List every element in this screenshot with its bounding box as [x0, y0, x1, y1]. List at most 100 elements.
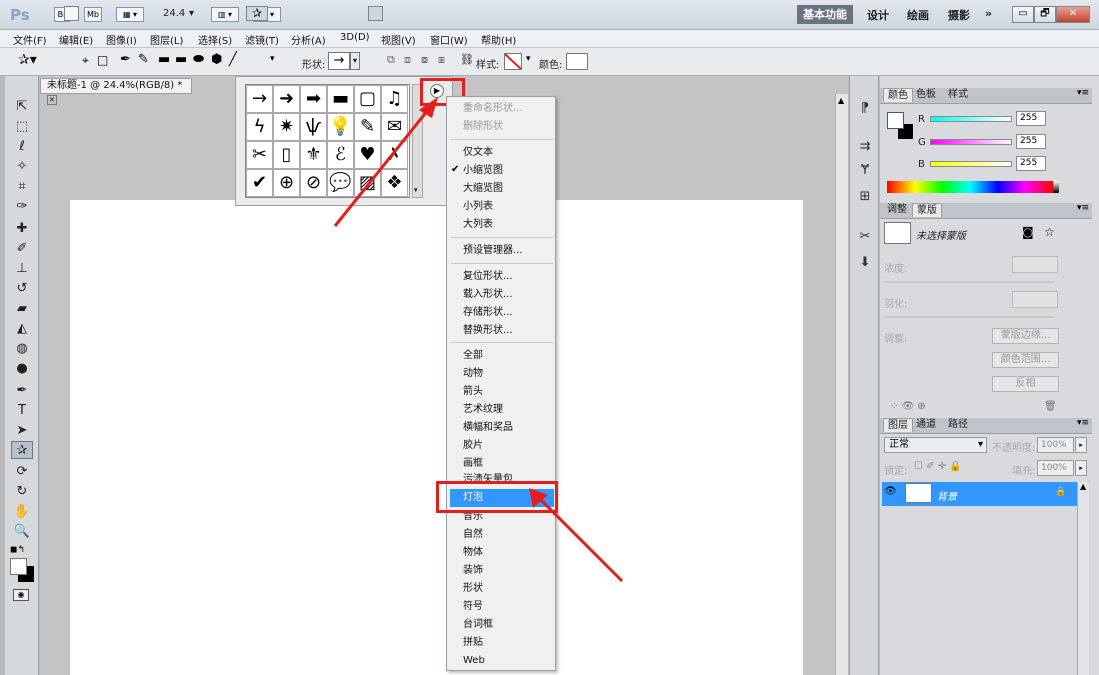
crop-tool-icon[interactable]: ⌗ — [11, 178, 33, 196]
fill-arrow-icon[interactable]: ▸ — [1075, 460, 1087, 476]
workspace-more-button[interactable]: » — [985, 7, 992, 20]
link-icon[interactable]: ⛓ — [460, 53, 474, 66]
menu-filter[interactable]: 滤镜(T) — [245, 32, 279, 47]
shape-target[interactable]: ⊕ — [273, 169, 300, 197]
color-r-slider[interactable] — [930, 116, 1012, 122]
tab-swatches[interactable]: 色板 — [912, 88, 940, 102]
shape-heart[interactable]: ♥ — [354, 141, 381, 169]
move-tool-icon[interactable]: ⇱ — [11, 98, 33, 116]
close-tab-icon[interactable]: ✕ — [47, 95, 57, 105]
color-bw-ramp[interactable] — [1053, 181, 1059, 193]
shape-puzzle[interactable]: ✗ — [381, 141, 408, 169]
workspace-essentials[interactable]: 基本功能 — [797, 5, 853, 24]
menu-3d[interactable]: 3D(D) — [340, 32, 370, 43]
shape-lightning[interactable]: ϟ — [246, 113, 273, 141]
pen-icon[interactable]: ✒ — [120, 52, 131, 67]
menu-file[interactable]: 文件(F) — [13, 32, 47, 47]
menu-view[interactable]: 视图(V) — [381, 32, 416, 47]
eyedropper-tool-icon[interactable]: ✑ — [11, 198, 33, 216]
blur-tool-icon[interactable]: ◍ — [11, 340, 33, 358]
eraser-tool-icon[interactable]: ▰ — [11, 300, 33, 318]
clone-stamp-tool-icon[interactable]: ⊥ — [11, 260, 33, 278]
shape-no-symbol[interactable]: ⊘ — [300, 169, 327, 197]
panel-menu-icon[interactable]: ▾≡ — [1077, 418, 1089, 428]
workspace-photography[interactable]: 摄影 — [948, 7, 970, 23]
shape-picker-dropdown-icon[interactable]: ▾ — [350, 52, 360, 70]
color-b-slider[interactable] — [930, 161, 1012, 167]
menu-text-only[interactable]: 仅文本 — [463, 145, 493, 161]
density-slider[interactable] — [884, 281, 1054, 283]
menu-window[interactable]: 窗口(W) — [430, 32, 468, 47]
fill-input[interactable]: 100% — [1037, 460, 1074, 476]
zoom-level[interactable]: 24.4 — [163, 8, 185, 19]
fill-pixels-icon[interactable]: □ — [97, 53, 108, 67]
intersect-shape-icon[interactable]: ⧇ — [421, 53, 428, 67]
tab-color[interactable]: 颜色 — [883, 88, 913, 102]
color-b-value[interactable]: 255 — [1016, 156, 1046, 171]
pen-tool-icon[interactable]: ✒ — [11, 382, 33, 400]
color-foreground-swatch[interactable] — [887, 112, 904, 129]
color-spectrum-bar[interactable] — [887, 181, 1053, 193]
menu-set-all[interactable]: 全部 — [463, 348, 483, 364]
path-select-tool-icon[interactable]: ➤ — [11, 422, 33, 440]
menu-set-banners-awards[interactable]: 横幅和奖品 — [463, 420, 513, 436]
dodge-tool-icon[interactable]: ● — [11, 360, 33, 378]
workspace-design[interactable]: 设计 — [867, 7, 889, 23]
layer-name[interactable]: 背景 — [937, 488, 957, 503]
zoom-dropdown-icon[interactable]: ▾ — [189, 8, 194, 19]
color-range-button[interactable]: 颜色范围... — [992, 352, 1059, 368]
shape-checker[interactable]: ❖ — [381, 169, 408, 197]
menu-set-animals[interactable]: 动物 — [463, 366, 483, 382]
shape-envelope[interactable]: ✉ — [381, 113, 408, 141]
custom-shape-icon[interactable]: ✰ — [246, 6, 268, 21]
menu-analysis[interactable]: 分析(A) — [291, 32, 326, 47]
shape-music-note[interactable]: ♫ — [381, 85, 408, 113]
shape-blank[interactable]: ▯ — [273, 141, 300, 169]
zoom-tool-icon[interactable]: 🔍 — [11, 523, 33, 541]
mask-edge-button[interactable]: 蒙版边缘... — [992, 328, 1059, 344]
tool-presets-icon[interactable]: Ɏ — [856, 162, 874, 180]
paths-icon[interactable]: ⌖ — [82, 53, 89, 68]
mask-footer-icons[interactable]: ⁘ 👁 ⊕ — [890, 401, 926, 412]
style-swatch[interactable] — [504, 53, 522, 70]
clone-source-icon[interactable]: ⊞ — [856, 188, 874, 206]
density-input[interactable] — [1012, 256, 1058, 273]
rectangle-icon[interactable]: ▬ — [158, 52, 170, 67]
quick-mask-icon[interactable]: ◉ — [13, 589, 29, 601]
tab-layers[interactable]: 图层 — [883, 418, 913, 432]
menu-set-ornaments[interactable]: 装饰 — [463, 563, 483, 579]
shape-grass[interactable]: ѱ — [300, 113, 327, 141]
scroll-up-icon[interactable]: ▲ — [1080, 482, 1086, 491]
shape-arrow-thin[interactable]: → — [246, 85, 273, 113]
hand-tool-icon[interactable]: ✋ — [11, 503, 33, 521]
quick-select-tool-icon[interactable]: ✧ — [11, 158, 33, 176]
menu-load-shapes[interactable]: 载入形状... — [463, 287, 513, 303]
style-dropdown-icon[interactable]: ▾ — [526, 54, 531, 64]
custom-shape-dropdown-icon[interactable]: ▾ — [270, 54, 275, 64]
menu-set-film[interactable]: 胶片 — [463, 438, 483, 454]
new-shape-layer-icon[interactable] — [368, 6, 383, 21]
subtract-shape-icon[interactable]: ⧈ — [404, 53, 411, 67]
lasso-tool-icon[interactable]: ℓ — [11, 138, 33, 156]
opacity-arrow-icon[interactable]: ▸ — [1075, 437, 1087, 453]
shape-arrow-bold[interactable]: ➡ — [300, 85, 327, 113]
shape-ornament[interactable]: ℰ — [327, 141, 354, 169]
shape-burst[interactable]: ✷ — [273, 113, 300, 141]
minimize-button[interactable]: ▭ — [1012, 6, 1034, 23]
shape-checkmark[interactable]: ✔ — [246, 169, 273, 197]
layers-scrollbar[interactable] — [1077, 482, 1089, 675]
marquee-tool-icon[interactable]: ⬚ — [11, 118, 33, 136]
lock-icons[interactable]: ☐ ✐ ✛ 🔒 — [914, 461, 962, 472]
trash-icon[interactable]: 🗑 — [1044, 401, 1057, 412]
menu-set-web[interactable]: Web — [463, 653, 485, 669]
shape-frame[interactable]: ▢ — [354, 85, 381, 113]
tab-masks[interactable]: 蒙版 — [912, 203, 942, 217]
shape-banner[interactable]: ▬ — [327, 85, 354, 113]
menu-image[interactable]: 图像(I) — [106, 32, 137, 47]
menu-select[interactable]: 选择(S) — [198, 32, 232, 47]
actions-icon[interactable]: ⇉ — [856, 138, 874, 156]
menu-set-art-textures[interactable]: 艺术纹理 — [463, 402, 503, 418]
default-colors-icon[interactable]: ◼↰ — [10, 545, 25, 555]
polygon-icon[interactable]: ⬢ — [211, 52, 222, 67]
shape-layers-icon[interactable] — [64, 6, 79, 21]
